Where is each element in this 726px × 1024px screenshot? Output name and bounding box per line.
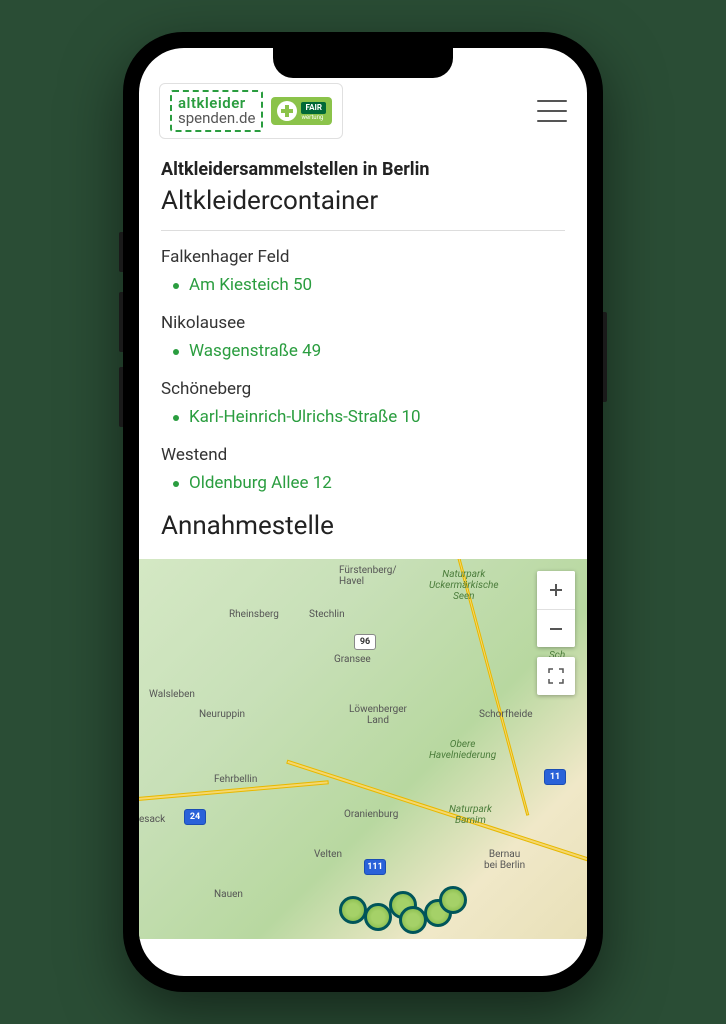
cross-icon [277,101,297,121]
map-label: Rheinsberg [229,609,279,620]
map-label: ObereHavelniederung [429,739,496,761]
list-item: Am Kiesteich 50 [189,275,565,295]
logo[interactable]: altkleider spenden.de FAIR wertung [159,83,343,139]
highway-shield: 96 [354,634,376,650]
map-marker-cluster[interactable] [399,906,427,934]
map-marker-cluster[interactable] [339,896,367,924]
hamburger-line [537,100,567,102]
highway-shield: 111 [364,859,386,875]
map-label: Gransee [334,654,371,665]
section-heading-dropoff: Annahmestelle [161,511,565,541]
map-marker-cluster[interactable] [439,886,467,914]
fair-badge: FAIR wertung [271,97,332,125]
map-label: Fürstenberg/Havel [339,565,397,587]
district-block: Nikolausee Wasgenstraße 49 [161,313,565,361]
map-controls [537,571,575,695]
menu-button[interactable] [537,100,567,122]
district-block: Falkenhager Feld Am Kiesteich 50 [161,247,565,295]
map-label: Schorfheide [479,709,533,720]
plus-icon [548,582,564,598]
phone-volume-down [119,367,123,427]
map-label: Stechlin [309,609,345,620]
address-list: Karl-Heinrich-Ulrichs-Straße 10 [161,407,565,427]
district-name: Westend [161,445,565,465]
fair-sub: wertung [301,114,326,121]
list-item: Oldenburg Allee 12 [189,473,565,493]
fullscreen-icon [548,668,564,684]
map-road [286,760,587,863]
phone-frame: altkleider spenden.de FAIR wertung [123,32,603,992]
map-label: Oranienburg [344,809,398,820]
map[interactable]: Fürstenberg/Havel NaturparkUckermärkisch… [139,559,587,939]
address-list: Am Kiesteich 50 [161,275,565,295]
district-name: Schöneberg [161,379,565,399]
hamburger-line [537,120,567,122]
page-title: Altkleidersammelstellen in Berlin [161,159,565,180]
fair-label: FAIR [301,102,326,114]
section-heading-container: Altkleidercontainer [161,186,565,216]
address-link[interactable]: Wasgenstraße 49 [189,341,321,361]
fullscreen-button[interactable] [537,657,575,695]
zoom-out-button[interactable] [537,609,575,647]
page-content[interactable]: altkleider spenden.de FAIR wertung [139,48,587,976]
map-label: Velten [314,849,342,860]
phone-power-button [603,312,607,402]
minus-icon [548,621,564,637]
phone-notch [273,48,453,78]
map-zoom-controls [537,571,575,647]
map-label: Bernaubei Berlin [484,849,525,871]
map-label: Fehrbellin [214,774,257,785]
main-content: Altkleidersammelstellen in Berlin Altkle… [139,149,587,541]
divider [161,230,565,231]
phone-volume-up [119,292,123,352]
map-label: esack [139,814,165,825]
highway-shield: 11 [544,769,566,785]
highway-shield: 24 [184,809,206,825]
address-list: Oldenburg Allee 12 [161,473,565,493]
map-label: Neuruppin [199,709,245,720]
district-name: Nikolausee [161,313,565,333]
hamburger-line [537,110,567,112]
district-name: Falkenhager Feld [161,247,565,267]
logo-text: altkleider spenden.de [170,90,263,132]
map-label: Nauen [214,889,243,900]
map-marker-cluster[interactable] [364,903,392,931]
map-label: NaturparkUckermärkischeSeen [429,569,499,602]
district-block: Westend Oldenburg Allee 12 [161,445,565,493]
address-link[interactable]: Am Kiesteich 50 [189,275,312,295]
address-list: Wasgenstraße 49 [161,341,565,361]
map-label: LöwenbergerLand [349,704,407,726]
zoom-in-button[interactable] [537,571,575,609]
address-link[interactable]: Karl-Heinrich-Ulrichs-Straße 10 [189,407,421,427]
logo-line2: spenden.de [178,109,255,127]
phone-screen: altkleider spenden.de FAIR wertung [139,48,587,976]
phone-mute-switch [119,232,123,272]
address-link[interactable]: Oldenburg Allee 12 [189,473,332,493]
map-label: Walsleben [149,689,195,700]
list-item: Wasgenstraße 49 [189,341,565,361]
list-item: Karl-Heinrich-Ulrichs-Straße 10 [189,407,565,427]
map-label: NaturparkBarnim [449,804,492,826]
district-block: Schöneberg Karl-Heinrich-Ulrichs-Straße … [161,379,565,427]
